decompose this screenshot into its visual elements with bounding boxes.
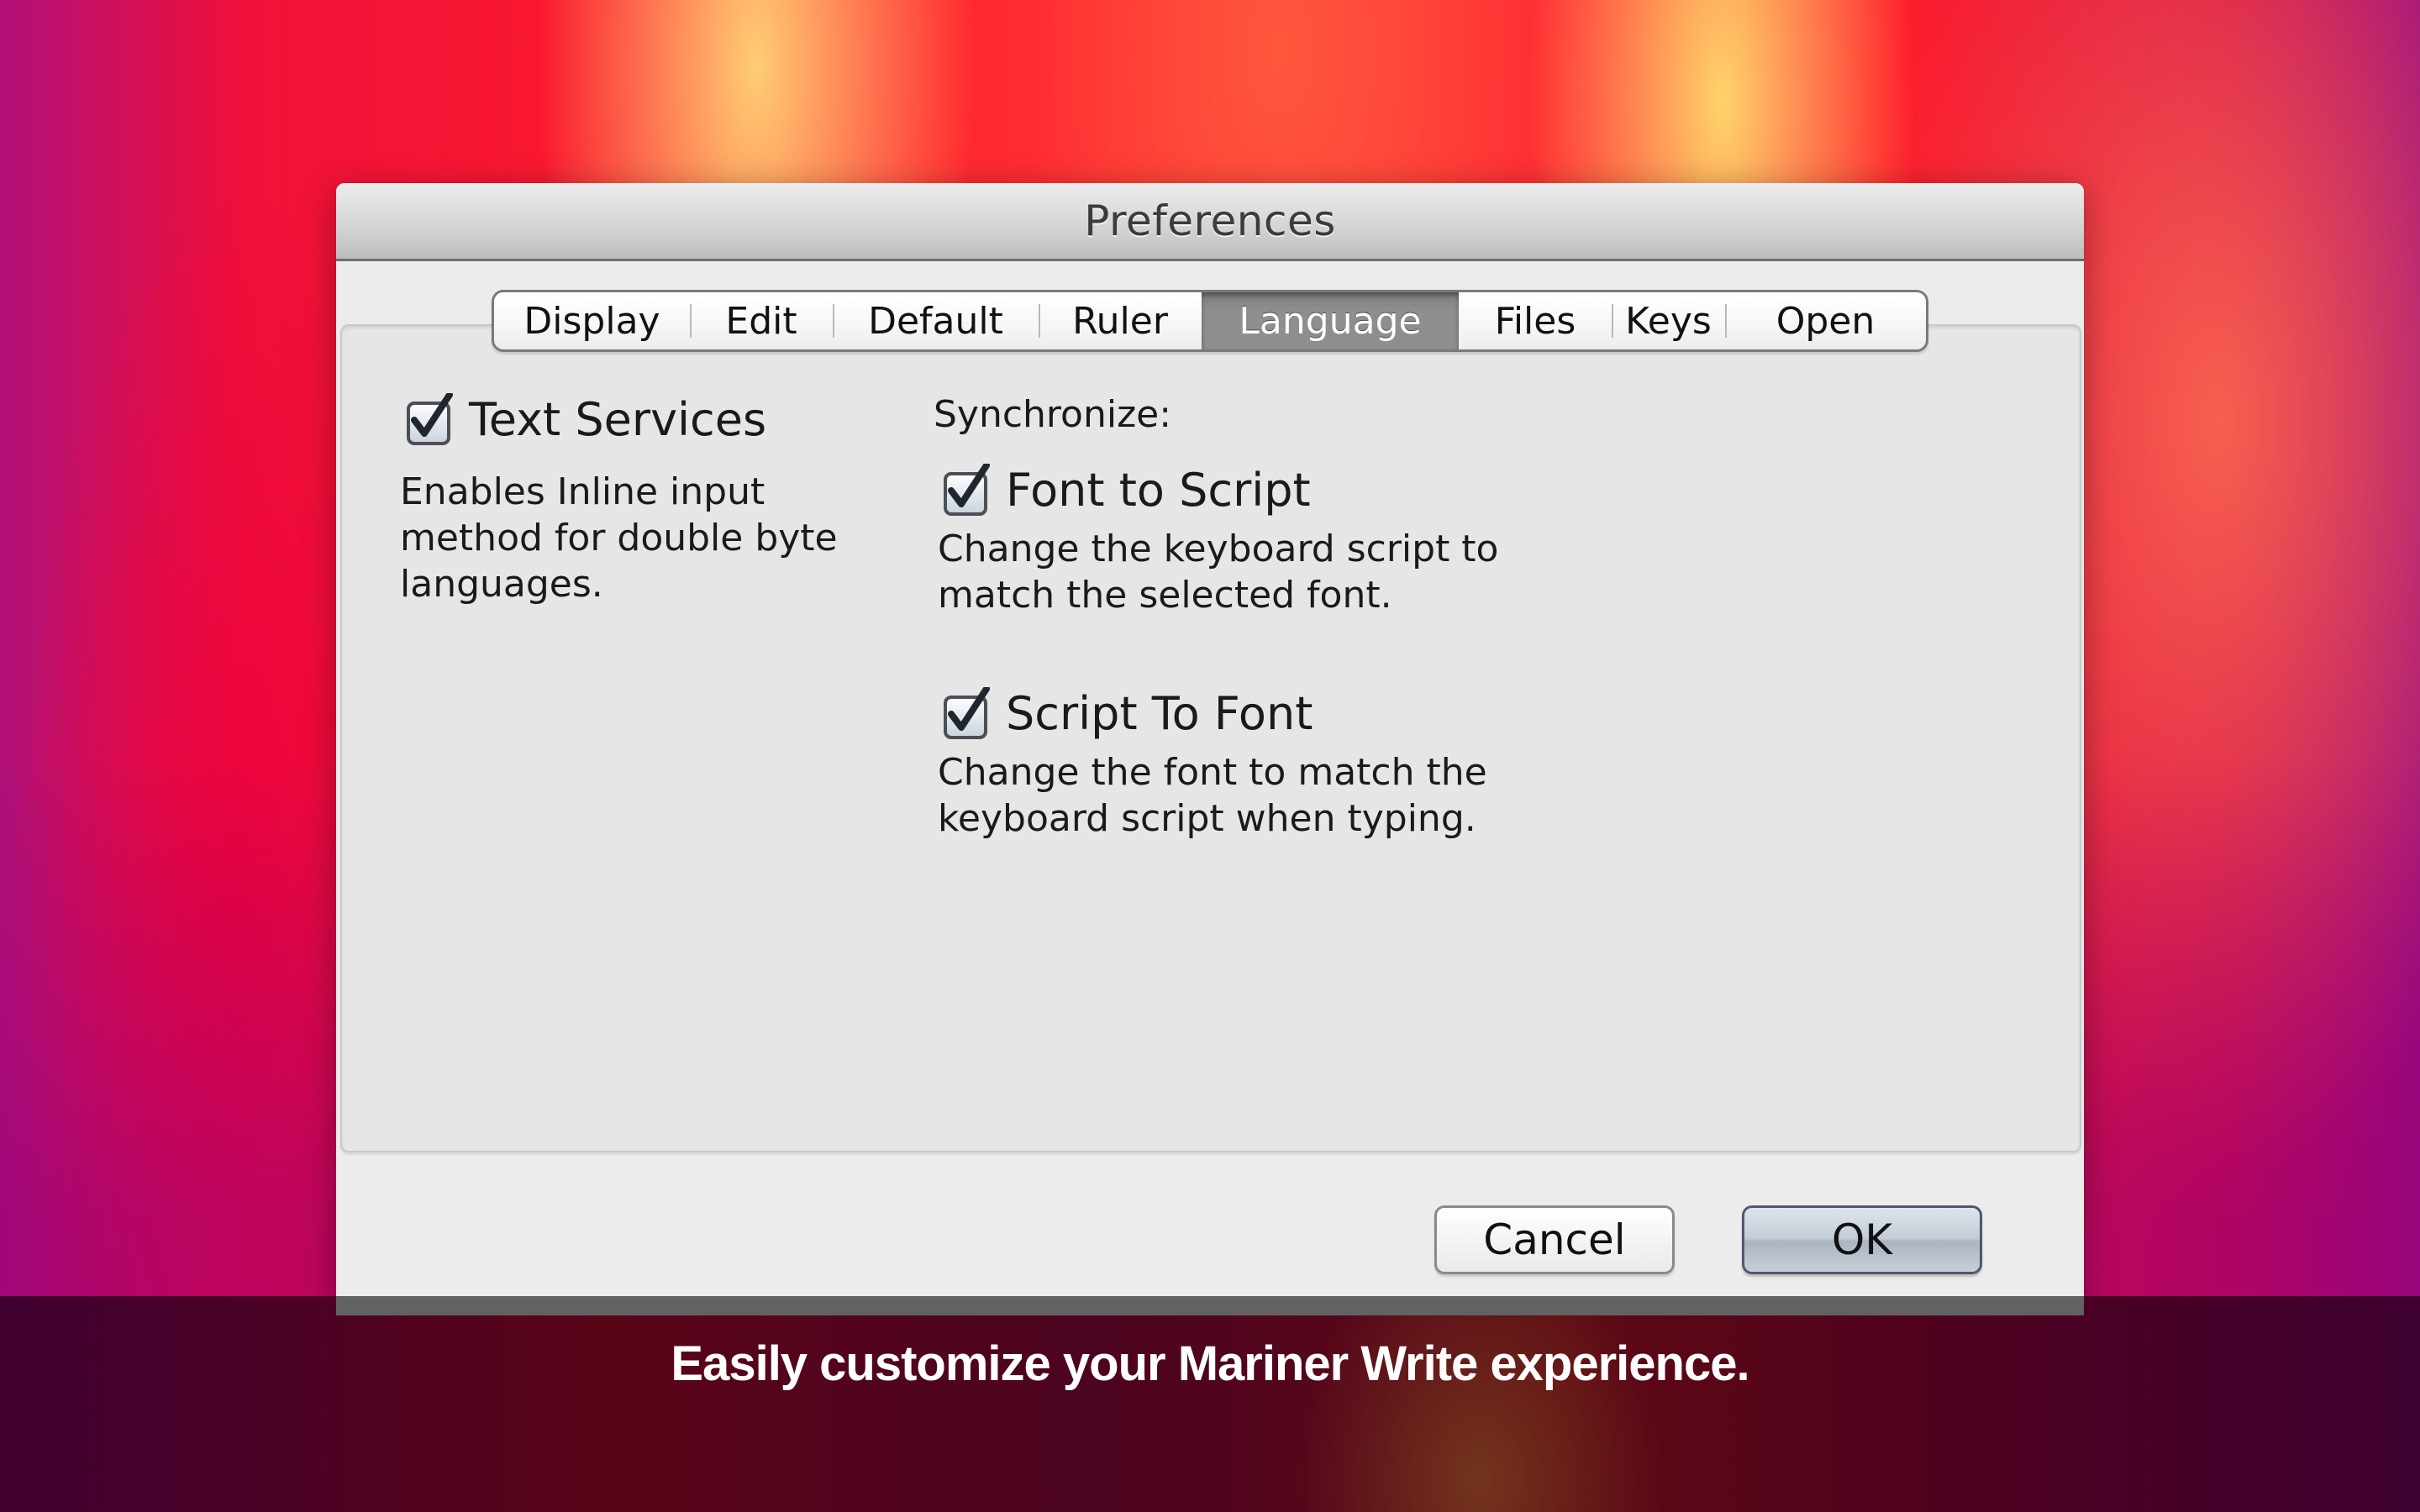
window-bottom-edge xyxy=(336,1296,2084,1315)
ok-button[interactable]: OK xyxy=(1742,1205,1982,1274)
description-line: Change the font to match the xyxy=(938,751,1487,794)
tab-ruler[interactable]: Ruler xyxy=(1039,292,1202,349)
description-line: languages. xyxy=(400,563,603,606)
description-line: Enables Inline input xyxy=(400,470,765,513)
font-to-script-label[interactable]: Font to Script xyxy=(1006,464,1311,517)
synchronize-label: Synchronize: xyxy=(934,393,1172,436)
title-bar[interactable]: Preferences xyxy=(336,183,2084,261)
font-to-script-description: Change the keyboard script to match the … xyxy=(938,526,1498,618)
tab-bar: Display Edit Default Ruler Language File… xyxy=(492,290,1928,352)
tab-files[interactable]: Files xyxy=(1459,292,1612,349)
marketing-caption: Easily customize your Mariner Write expe… xyxy=(671,1336,1749,1391)
tab-language[interactable]: Language xyxy=(1202,292,1459,349)
script-to-font-label[interactable]: Script To Font xyxy=(1006,687,1313,740)
tab-edit[interactable]: Edit xyxy=(690,292,833,349)
tab-label: Open xyxy=(1776,299,1876,343)
tab-display[interactable]: Display xyxy=(494,292,690,349)
description-line: match the selected font. xyxy=(938,574,1392,617)
checkmark-icon xyxy=(407,391,453,445)
font-to-script-checkbox[interactable] xyxy=(943,462,990,516)
tab-label: Edit xyxy=(725,299,797,343)
window-title: Preferences xyxy=(1084,197,1336,245)
tab-open[interactable]: Open xyxy=(1725,292,1926,349)
tab-label: Ruler xyxy=(1072,299,1168,343)
cancel-button[interactable]: Cancel xyxy=(1434,1205,1675,1274)
tab-label: Keys xyxy=(1625,299,1712,343)
checkmark-icon xyxy=(944,685,990,739)
text-services-checkbox[interactable] xyxy=(406,391,453,445)
tab-label: Language xyxy=(1239,299,1422,343)
tab-keys[interactable]: Keys xyxy=(1612,292,1725,349)
script-to-font-description: Change the font to match the keyboard sc… xyxy=(938,749,1487,842)
preferences-window: Preferences Display Edit Default Ruler L… xyxy=(336,183,2084,1315)
text-services-label[interactable]: Text Services xyxy=(469,393,766,446)
tab-label: Files xyxy=(1494,299,1576,343)
tab-default[interactable]: Default xyxy=(833,292,1039,349)
description-line: keyboard script when typing. xyxy=(938,797,1476,840)
caption-band xyxy=(0,1296,2420,1512)
description-line: Change the keyboard script to xyxy=(938,528,1499,570)
description-line: method for double byte xyxy=(400,517,838,559)
script-to-font-checkbox[interactable] xyxy=(943,685,990,739)
text-services-description: Enables Inline input method for double b… xyxy=(400,469,838,607)
checkmark-icon xyxy=(944,462,990,516)
tab-label: Display xyxy=(523,299,660,343)
tab-label: Default xyxy=(868,299,1003,343)
